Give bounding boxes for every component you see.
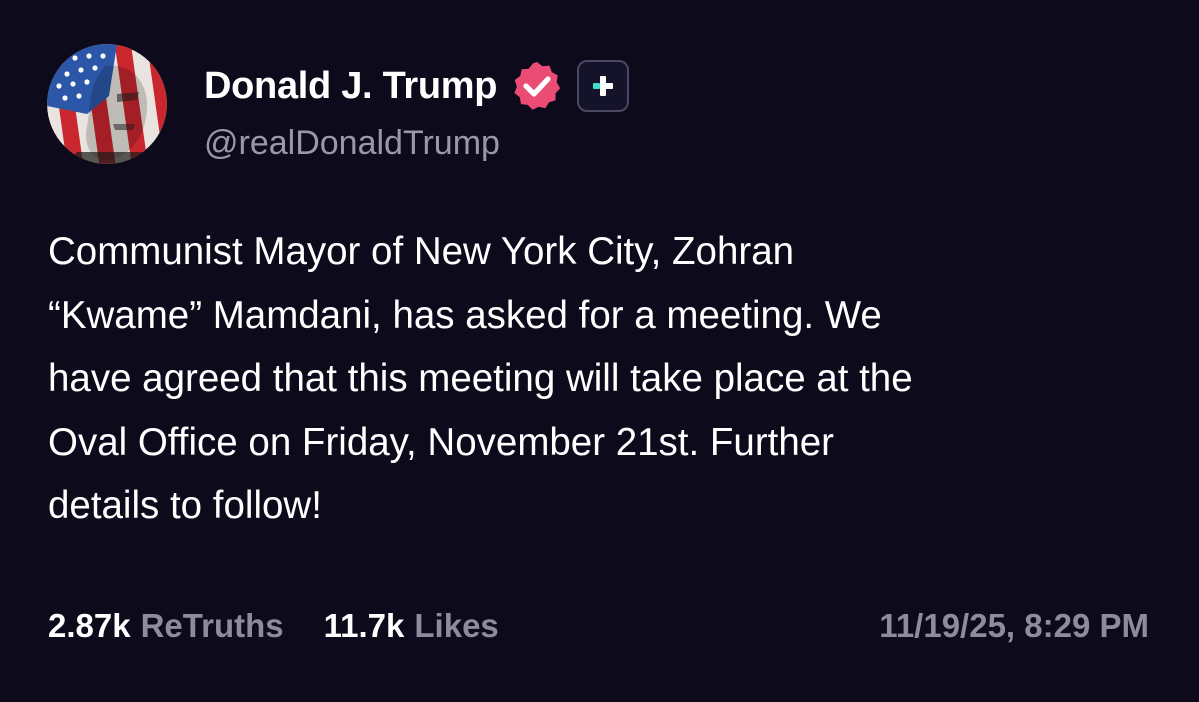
avatar-flag-portrait-icon [47,44,167,164]
truth-post: Donald J. Trump @realDonaldTrump Communi… [0,0,1199,702]
post-text-line: “Kwame” Mamdani, has asked for a meeting… [48,293,882,337]
author-name-row: Donald J. Trump [204,60,630,112]
likes-count: 11.7k [323,607,405,644]
profile-avatar[interactable] [47,44,167,164]
post-text-line: Oval Office on Friday, November 21st. Fu… [48,420,834,464]
retruths-label: ReTruths [140,607,284,644]
verified-check-icon [511,60,563,112]
likes-stat[interactable]: 11.7k Likes [324,607,499,645]
retruths-count: 2.87k [48,607,131,644]
likes-label: Likes [414,607,499,644]
author-handle[interactable]: @realDonaldTrump [204,124,500,163]
plus-icon [593,76,614,96]
post-text-line: have agreed that this meeting will take … [48,357,913,400]
post-body: Communist Mayor of New York City, Zohran… [48,220,1158,538]
post-timestamp[interactable]: 11/19/25, 8:29 PM [879,607,1149,645]
retruths-stat[interactable]: 2.87k ReTruths [48,607,284,645]
post-text-line: details to follow! [48,484,322,527]
post-text-line: Communist Mayor of New York City, Zohran [48,230,795,273]
plus-subscriber-badge[interactable] [577,60,630,112]
post-footer: 2.87k ReTruths 11.7k Likes 11/19/25, 8:2… [48,602,1149,650]
author-display-name[interactable]: Donald J. Trump [204,65,498,108]
